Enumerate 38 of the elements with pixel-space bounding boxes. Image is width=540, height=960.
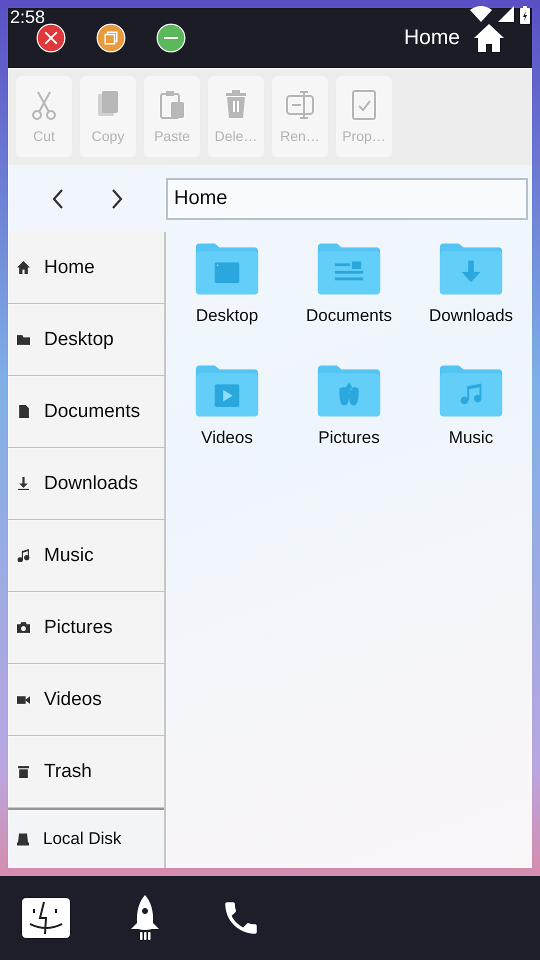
folder-label[interactable]: Documents [306, 306, 392, 326]
local-disk-item[interactable]: Local Disk [8, 810, 164, 868]
folder-label[interactable]: Videos [201, 428, 253, 448]
camera-icon [17, 621, 30, 634]
close-button[interactable] [36, 23, 66, 53]
folder-icon [17, 333, 30, 346]
folder-label[interactable]: Downloads [428, 306, 514, 326]
rocket-icon[interactable] [130, 895, 160, 941]
folder-label[interactable]: Pictures [318, 428, 380, 448]
scissors-icon [30, 90, 58, 120]
wifi-icon [470, 6, 492, 22]
signal-icon [498, 6, 514, 22]
disk-icon [17, 832, 29, 846]
sidebar-item[interactable]: Downloads [8, 448, 164, 520]
folder-label[interactable]: Music [448, 428, 494, 448]
folder-label[interactable]: Desktop [196, 306, 258, 326]
sidebar-item[interactable]: Home [8, 232, 164, 304]
address-field[interactable]: Home [166, 178, 528, 220]
rename-icon [286, 90, 314, 120]
sidebar-item[interactable]: Desktop [8, 304, 164, 376]
document-icon [17, 405, 30, 418]
restore-button[interactable] [96, 23, 126, 53]
home-icon [17, 261, 30, 274]
minimize-button[interactable] [156, 23, 186, 53]
status-time: 2:58 [10, 8, 46, 26]
sidebar-item[interactable]: Documents [8, 376, 164, 448]
clipboard-icon [158, 90, 186, 120]
window-title: Home [404, 26, 460, 50]
finder-face-icon[interactable] [22, 898, 70, 938]
sidebar-item[interactable]: Videos [8, 664, 164, 736]
sidebar-item[interactable]: Music [8, 520, 164, 592]
sidebar-item[interactable]: Pictures [8, 592, 164, 664]
home-icon[interactable] [474, 24, 504, 52]
music-note-icon [17, 549, 30, 562]
sidebar-item[interactable]: Trash [8, 736, 164, 808]
download-icon [17, 477, 30, 490]
checklist-icon [350, 90, 378, 120]
trash-icon [17, 765, 30, 778]
